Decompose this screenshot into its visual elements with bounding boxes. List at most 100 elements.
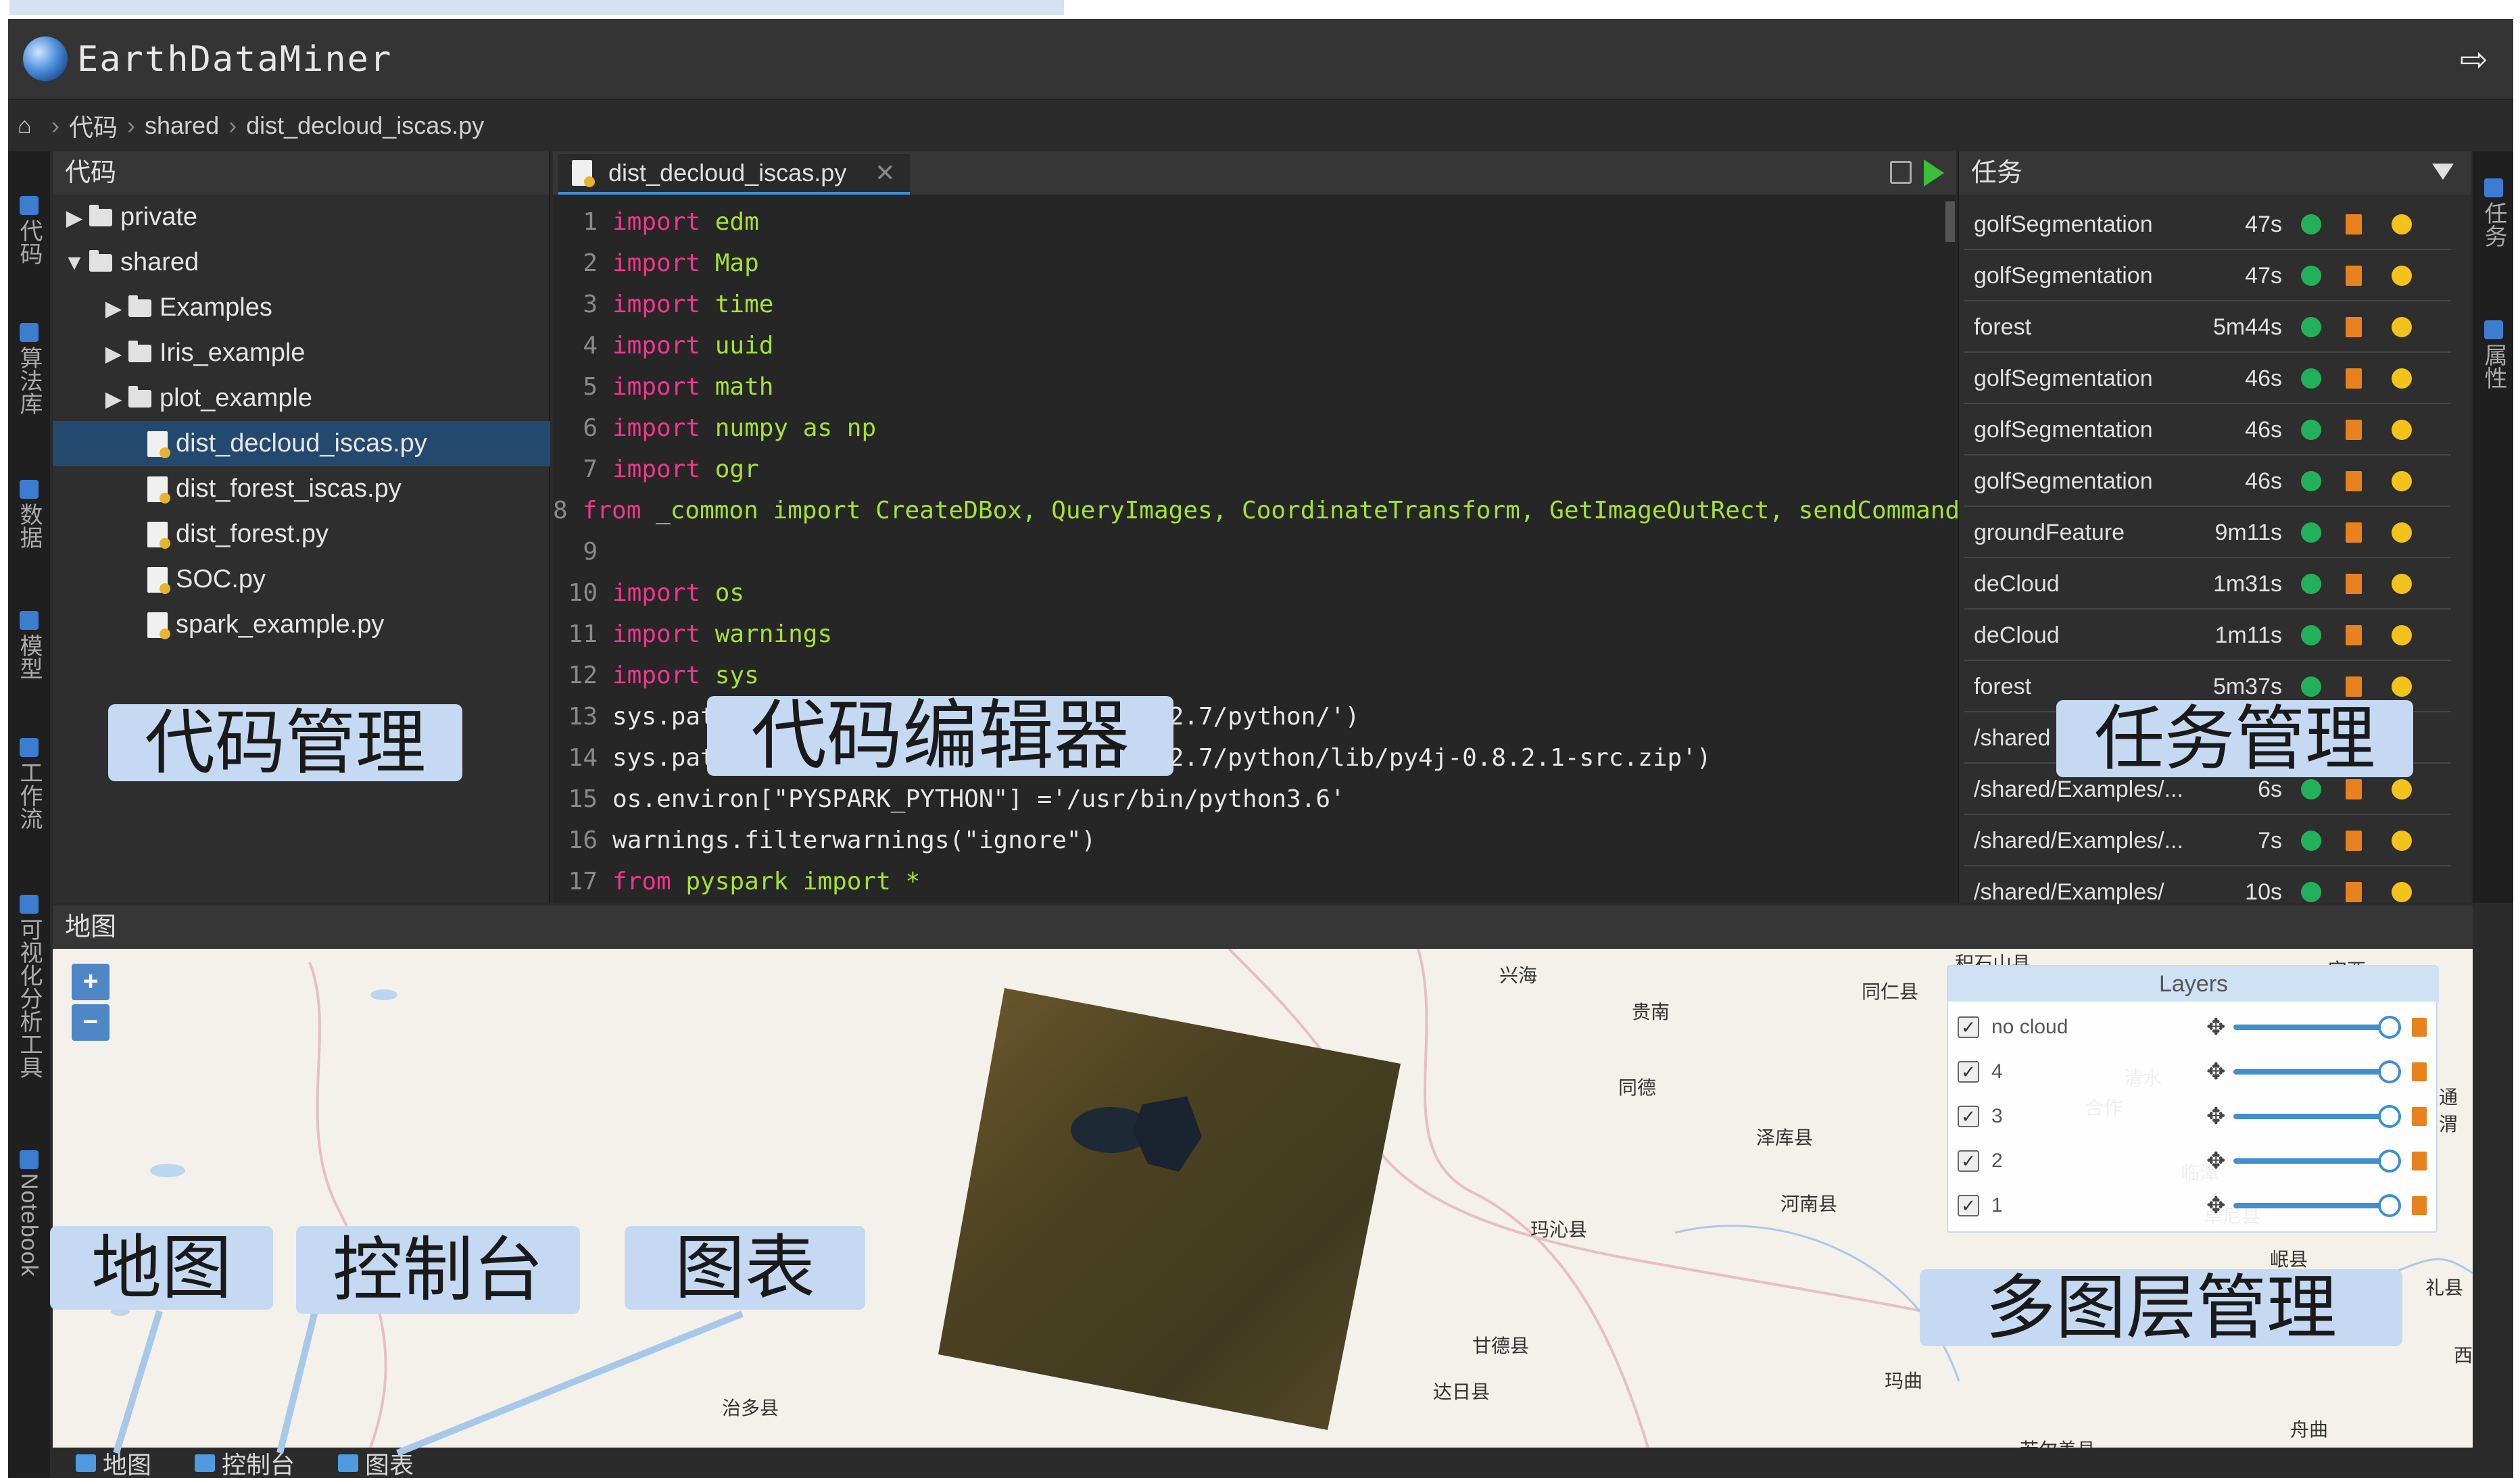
- task-row[interactable]: golfSegmentation 46s: [1964, 457, 2451, 507]
- code-line[interactable]: 2 import Map: [553, 243, 1945, 284]
- expand-icon[interactable]: ▶: [59, 205, 89, 230]
- tab-map[interactable]: 地图: [53, 1446, 172, 1478]
- expand-icon[interactable]: ▶: [99, 295, 128, 321]
- opacity-slider[interactable]: [2233, 1025, 2390, 1030]
- move-icon[interactable]: ✥: [2206, 1148, 2226, 1175]
- delete-icon[interactable]: [2346, 420, 2362, 440]
- info-icon[interactable]: [2392, 471, 2412, 491]
- code-line[interactable]: 12 import sys: [553, 655, 1945, 696]
- task-row[interactable]: golfSegmentation 46s: [1964, 405, 2451, 455]
- code-line[interactable]: 16 warnings.filterwarnings("ignore"): [553, 820, 1945, 861]
- zoom-in-button[interactable]: +: [72, 964, 110, 1000]
- delete-layer-icon[interactable]: [2412, 1107, 2427, 1126]
- delete-icon[interactable]: [2346, 574, 2362, 594]
- task-row[interactable]: golfSegmentation 47s: [1964, 200, 2451, 250]
- run-icon[interactable]: [1924, 159, 1944, 187]
- layer-checkbox[interactable]: ✓: [1958, 1106, 1979, 1127]
- delete-icon[interactable]: [2346, 471, 2362, 491]
- move-icon[interactable]: ✥: [2206, 1192, 2226, 1219]
- delete-layer-icon[interactable]: [2412, 1196, 2427, 1215]
- info-icon[interactable]: [2392, 831, 2412, 851]
- tree-file-soc[interactable]: SOC.py: [53, 557, 550, 602]
- delete-icon[interactable]: [2346, 266, 2362, 286]
- info-icon[interactable]: [2392, 368, 2412, 389]
- delete-icon[interactable]: [2346, 779, 2362, 799]
- tab-chart[interactable]: 图表: [315, 1446, 434, 1478]
- task-row[interactable]: deCloud 1m11s: [1964, 611, 2451, 661]
- opacity-slider[interactable]: [2233, 1069, 2390, 1075]
- task-row[interactable]: deCloud 1m31s: [1964, 560, 2451, 610]
- move-icon[interactable]: ✥: [2206, 1103, 2226, 1130]
- delete-icon[interactable]: [2346, 368, 2362, 389]
- info-icon[interactable]: [2392, 625, 2412, 645]
- code-line[interactable]: 1 import edm: [553, 201, 1945, 243]
- tree-folder-examples[interactable]: ▶ Examples: [53, 285, 550, 330]
- map-view[interactable]: 兴海贵南同仁县同德泽库县河南县玛沁县甘德县达日县玛曲若尔盖县治多县积石山县定西清…: [53, 949, 2473, 1448]
- move-icon[interactable]: ✥: [2206, 1058, 2226, 1085]
- code-line[interactable]: 6 import numpy as np: [553, 408, 1945, 449]
- task-row[interactable]: golfSegmentation 47s: [1964, 251, 2451, 301]
- logout-icon[interactable]: ⇨: [2455, 42, 2493, 77]
- tree-folder-shared[interactable]: ▼ shared: [53, 240, 550, 285]
- nav-item-model[interactable]: 模型: [8, 611, 50, 685]
- nav-item-properties[interactable]: 属性: [2473, 320, 2513, 395]
- nav-item-notebook[interactable]: Notebook: [8, 1150, 50, 1283]
- nav-item-visual-tools[interactable]: 可视化分析工具: [8, 895, 50, 1084]
- tree-file-spark-example[interactable]: spark_example.py: [53, 602, 550, 647]
- tree-file-dist-forest[interactable]: dist_forest.py: [53, 512, 550, 557]
- info-icon[interactable]: [2392, 882, 2412, 902]
- delete-icon[interactable]: [2346, 214, 2362, 235]
- info-icon[interactable]: [2392, 676, 2412, 697]
- info-icon[interactable]: [2392, 420, 2412, 440]
- delete-icon[interactable]: [2346, 831, 2362, 851]
- task-row[interactable]: /shared/Examples/... 7s: [1964, 816, 2451, 866]
- breadcrumb-item[interactable]: shared: [145, 112, 219, 140]
- opacity-slider[interactable]: [2233, 1203, 2390, 1208]
- layer-checkbox[interactable]: ✓: [1958, 1016, 1979, 1038]
- task-row[interactable]: forest 5m44s: [1964, 303, 2451, 353]
- code-line[interactable]: 5 import math: [553, 366, 1945, 408]
- move-icon[interactable]: ✥: [2206, 1014, 2226, 1041]
- expand-icon[interactable]: ▶: [99, 386, 128, 412]
- info-icon[interactable]: [2392, 214, 2412, 235]
- tree-file-dist-decloud-iscas[interactable]: dist_decloud_iscas.py: [53, 421, 550, 466]
- code-line[interactable]: 4 import uuid: [553, 325, 1945, 366]
- editor-tab[interactable]: dist_decloud_iscas.py ✕: [558, 154, 910, 195]
- opacity-slider[interactable]: [2233, 1114, 2390, 1119]
- nav-item-tasks[interactable]: 任务: [2473, 178, 2513, 253]
- nav-item-data[interactable]: 数据: [8, 480, 50, 554]
- delete-icon[interactable]: [2346, 676, 2362, 697]
- breadcrumb-item[interactable]: dist_decloud_iscas.py: [246, 112, 484, 140]
- nav-item-algorithms[interactable]: 算法库: [8, 323, 50, 420]
- task-row[interactable]: golfSegmentation 46s: [1964, 354, 2451, 404]
- code-line[interactable]: 8 from _common import CreateDBox, QueryIm…: [553, 490, 1960, 531]
- editor-scrollbar[interactable]: [1945, 201, 1955, 242]
- delete-layer-icon[interactable]: [2412, 1152, 2427, 1171]
- layer-checkbox[interactable]: ✓: [1958, 1195, 1979, 1216]
- code-line[interactable]: 7 import ogr: [553, 449, 1945, 490]
- code-line[interactable]: 15 os.environ["PYSPARK_PYTHON"] ='/usr/bi…: [553, 779, 1945, 820]
- info-icon[interactable]: [2392, 522, 2412, 543]
- code-line[interactable]: 17 from pyspark import *: [553, 861, 1945, 902]
- slider-handle[interactable]: [2378, 1150, 2401, 1173]
- info-icon[interactable]: [2392, 779, 2412, 799]
- delete-layer-icon[interactable]: [2412, 1062, 2427, 1081]
- layer-checkbox[interactable]: ✓: [1958, 1150, 1979, 1172]
- code-line[interactable]: 9: [553, 531, 1945, 572]
- layer-checkbox[interactable]: ✓: [1958, 1061, 1979, 1083]
- tree-folder-private[interactable]: ▶ private: [53, 195, 550, 240]
- collapse-icon[interactable]: ▼: [59, 250, 89, 275]
- info-icon[interactable]: [2392, 574, 2412, 594]
- zoom-out-button[interactable]: −: [72, 1004, 110, 1041]
- delete-icon[interactable]: [2346, 882, 2362, 902]
- nav-item-code[interactable]: 代码: [8, 196, 50, 270]
- code-line[interactable]: 3 import time: [553, 284, 1945, 325]
- tree-file-dist-forest-iscas[interactable]: dist_forest_iscas.py: [53, 466, 550, 512]
- delete-icon[interactable]: [2346, 317, 2362, 337]
- expand-icon[interactable]: ▶: [99, 341, 128, 366]
- info-icon[interactable]: [2392, 317, 2412, 337]
- slider-handle[interactable]: [2378, 1105, 2401, 1128]
- delete-icon[interactable]: [2346, 625, 2362, 645]
- slider-handle[interactable]: [2378, 1016, 2401, 1039]
- code-area[interactable]: 1 import edm 2 import Map 3 import time 4 impor…: [553, 201, 1960, 902]
